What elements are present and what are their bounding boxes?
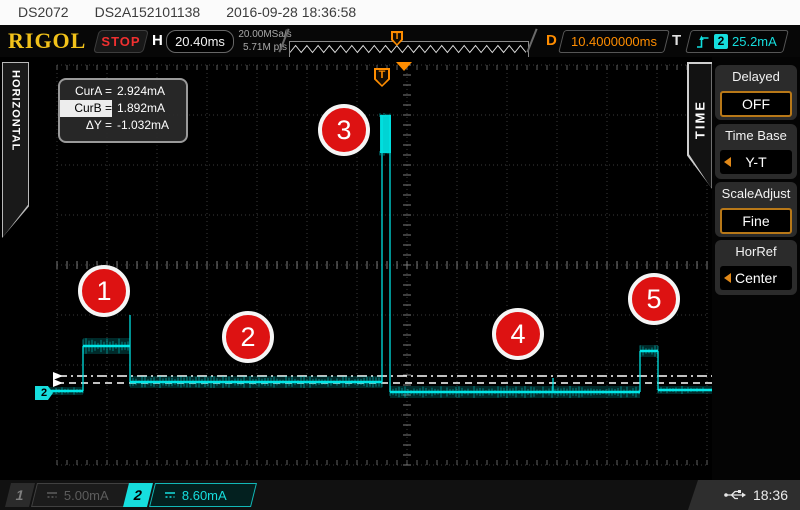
softkey-label: Time Base: [715, 124, 797, 148]
channel1-scale: 5.00mA: [64, 488, 109, 503]
waveform-grid: T 2 12345 CurA = 2.924mA CurB = 1.892mA …: [35, 62, 712, 478]
callout-number: 3: [336, 115, 351, 146]
run-state-text: STOP: [97, 31, 145, 52]
channel2-scale: 8.60mA: [182, 488, 227, 503]
display-area: HORIZONTAL T 2 12345 CurA = 2.924mA CurB…: [0, 57, 800, 480]
trigger-level-value: 25.2mA: [732, 34, 777, 49]
dc-coupling-icon: [45, 490, 59, 500]
callout-number: 5: [646, 284, 661, 315]
callout-circle-3: 3: [318, 104, 370, 156]
cursor-delta-label: ΔY =: [60, 117, 112, 134]
title-bar: DS2072 DS2A152101138 2016-09-28 18:36:58: [0, 0, 800, 25]
channel2-badge: 2: [123, 483, 153, 507]
softkey-value: Y-T: [720, 150, 792, 174]
softkey-scaleadjust[interactable]: ScaleAdjust Fine: [715, 182, 797, 237]
trigger-source-badge: 2: [714, 34, 728, 49]
callout-number: 1: [96, 276, 111, 307]
status-bar: RIGOL STOP H 20.40ms 20.00MSa/s 5.71M pt…: [0, 25, 800, 57]
channel1-readout: 5.00mA: [31, 483, 133, 507]
cursor-row-b: CurB = 1.892mA: [60, 100, 186, 117]
cursor-a-label: CurA =: [60, 83, 112, 100]
callout-circle-4: 4: [492, 308, 544, 360]
usb-icon: [723, 488, 747, 502]
channel2-readout: 8.60mA: [149, 483, 257, 507]
cursor-row-a: CurA = 2.924mA: [60, 83, 186, 100]
model-name: DS2072: [18, 4, 69, 20]
trigger-label: T: [672, 32, 681, 49]
trigger-position-icon: [396, 62, 412, 71]
clock-box: 18:36: [688, 480, 800, 510]
delay-readout: 10.4000000ms: [558, 30, 670, 53]
serial-number: DS2A152101138: [95, 4, 201, 20]
callout-number: 2: [240, 322, 255, 353]
channel-status-bar: 1 5.00mA 2 8.60mA: [0, 480, 800, 510]
softkey-label: HorRef: [715, 240, 797, 264]
run-state-badge: STOP: [93, 30, 149, 53]
timebase-readout: 20.40ms: [166, 30, 234, 53]
delay-label: D: [546, 32, 557, 49]
cursor-delta-value: -1.032mA: [117, 117, 169, 134]
callout-circle-1: 1: [78, 265, 130, 317]
chevron-left-icon: [724, 157, 731, 167]
trigger-readout: 2 25.2mA: [685, 30, 789, 53]
trigger-level-flag-icon: T: [374, 68, 390, 87]
preview-trigger-flag-icon: T: [391, 31, 403, 46]
softkey-label: ScaleAdjust: [715, 182, 797, 206]
cursor-a-value: 2.924mA: [117, 83, 165, 100]
softkey-value: Center: [720, 266, 792, 290]
chevron-left-icon: [724, 273, 731, 283]
capture-datetime: 2016-09-28 18:36:58: [226, 4, 356, 20]
dc-coupling-icon: [163, 490, 177, 500]
callout-circle-2: 2: [222, 311, 274, 363]
tab-horizontal: HORIZONTAL: [2, 62, 29, 238]
rising-edge-icon: [695, 34, 710, 50]
cursor-b-label: CurB =: [60, 100, 112, 117]
softkey-delayed[interactable]: Delayed OFF: [715, 65, 797, 120]
callout-number: 4: [510, 319, 525, 350]
softkey-menu: Delayed OFF Time Base Y-T ScaleAdjust Fi…: [712, 57, 800, 480]
softkey-label: Delayed: [715, 65, 797, 89]
delay-value: 10.4000000ms: [562, 31, 666, 52]
tab-horizontal-label: HORIZONTAL: [10, 70, 22, 151]
cursor-readout-box: CurA = 2.924mA CurB = 1.892mA ΔY = -1.03…: [58, 78, 188, 143]
softkey-horref[interactable]: HorRef Center: [715, 240, 797, 295]
callout-circle-5: 5: [628, 273, 680, 325]
cursor-row-delta: ΔY = -1.032mA: [60, 117, 186, 134]
oscilloscope-screen: DS2072 DS2A152101138 2016-09-28 18:36:58 R…: [0, 0, 800, 510]
clock-text: 18:36: [753, 487, 788, 503]
memory-preview: [289, 41, 529, 58]
softkey-value: Fine: [720, 208, 792, 234]
softkey-timebase[interactable]: Time Base Y-T: [715, 124, 797, 179]
softkey-value: OFF: [720, 91, 792, 117]
horizontal-label: H: [152, 32, 163, 49]
channel1-badge: 1: [5, 483, 35, 507]
memory-depth-value: 5.71M pts: [234, 41, 296, 54]
cursor-b-value: 1.892mA: [117, 100, 165, 117]
timebase-value: 20.40ms: [175, 34, 225, 49]
tab-time-label: TIME: [693, 100, 708, 139]
rigol-logo: RIGOL: [8, 28, 86, 54]
